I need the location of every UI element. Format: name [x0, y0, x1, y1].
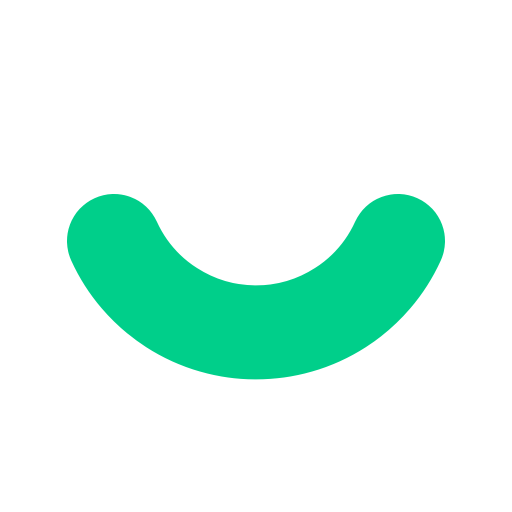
smile-arc-icon: [67, 194, 445, 380]
smile-logo: [67, 194, 445, 380]
logo-canvas: [0, 0, 512, 512]
